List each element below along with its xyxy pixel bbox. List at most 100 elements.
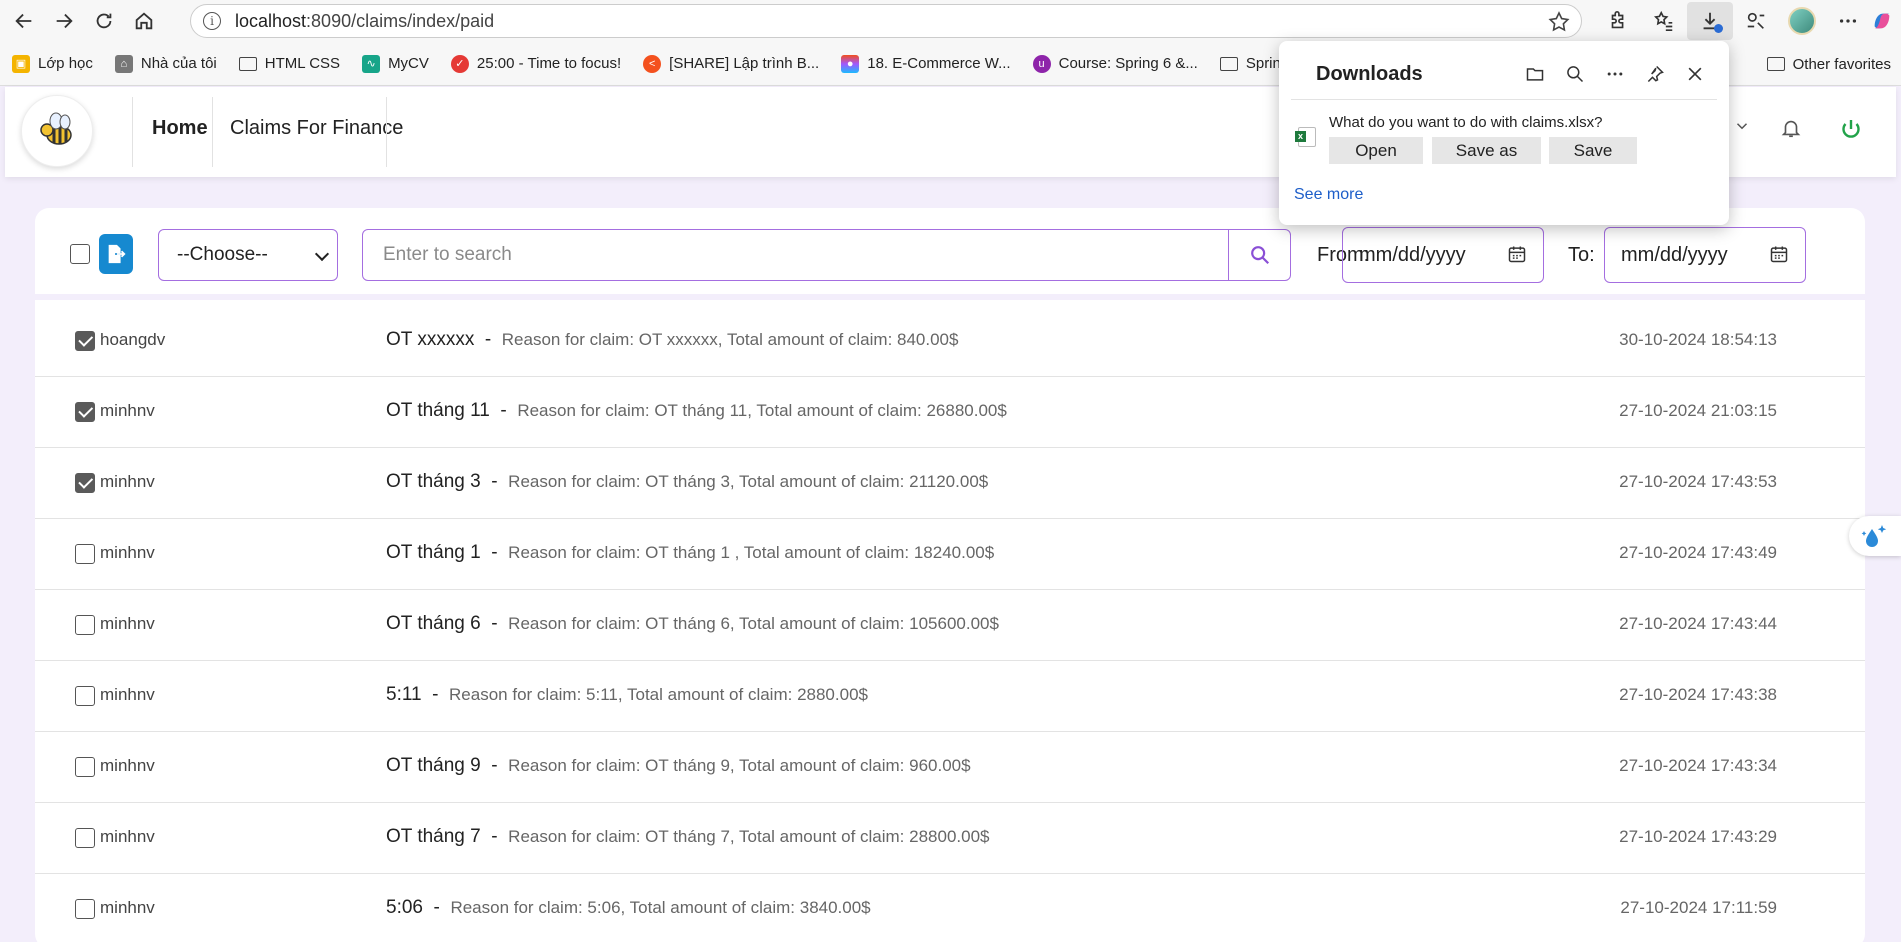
claim-row[interactable]: hoangdv OT xxxxxx - Reason for claim: OT… [35,306,1865,377]
claim-reason: Reason for claim: 5:11, Total amount of … [449,685,868,704]
bell-icon[interactable] [1780,117,1802,139]
site-info-icon[interactable]: i [203,12,221,30]
browser-toolbar: i localhost:8090/claims/index/paid [0,0,1901,42]
export-button[interactable] [99,234,133,274]
open-folder-button[interactable] [1515,61,1555,87]
claim-user: minhnv [100,472,155,491]
row-checkbox[interactable] [75,402,95,422]
bookmark-item[interactable]: ▣ Lớp học [12,54,93,73]
row-checkbox[interactable] [75,686,95,706]
copilot-button[interactable] [1871,2,1901,40]
puzzle-icon [1611,11,1624,29]
search-button[interactable] [1228,230,1290,280]
claim-summary: OT tháng 9 - Reason for claim: OT tháng … [386,755,971,776]
bookmark-item[interactable]: u Course: Spring 6 &... [1032,54,1198,73]
bookmark-item[interactable]: ⌂ Nhà của tôi [114,54,217,73]
copilot-icon [1874,13,1890,29]
row-checkbox[interactable] [75,473,95,493]
see-more-link[interactable]: See more [1294,186,1363,204]
save-as-button[interactable]: Save as [1432,137,1541,164]
logout [1839,117,1863,141]
figma-icon: ● [841,54,860,73]
profile-button[interactable] [1779,2,1825,40]
to-date-input[interactable]: mm/dd/yyyy [1604,227,1806,283]
claim-user: minhnv [100,827,155,846]
reload-button[interactable] [84,3,124,39]
address-bar[interactable]: i localhost:8090/claims/index/paid [190,4,1582,38]
claim-date: 27-10-2024 17:11:59 [1620,898,1777,917]
select-all-checkbox[interactable] [70,244,90,264]
browser-right-icons [1595,0,1901,42]
nav-home[interactable]: Home [152,117,208,140]
status-select[interactable]: --Choose-- [158,229,338,281]
pin-icon [1647,65,1664,83]
folder-icon [1219,56,1238,71]
claim-summary: OT tháng 7 - Reason for claim: OT tháng … [386,826,990,847]
claim-reason: Reason for claim: OT tháng 1 , Total amo… [508,543,995,562]
excel-file-icon [1295,127,1316,147]
bookmark-item[interactable]: ✓ 25:00 - Time to focus! [450,54,621,73]
bookmark-item[interactable]: ∿ MyCV [362,54,429,73]
claim-title: OT tháng 11 [386,400,490,421]
power-icon[interactable] [1839,117,1863,141]
more-horizontal-icon [1607,72,1623,76]
chevron-down-icon [314,246,330,262]
claim-title: OT tháng 6 [386,613,481,634]
claim-row[interactable]: minhnv OT tháng 9 - Reason for claim: OT… [35,732,1865,803]
claim-row[interactable]: minhnv OT tháng 7 - Reason for claim: OT… [35,803,1865,874]
claim-row[interactable]: minhnv OT tháng 11 - Reason for claim: O… [35,377,1865,448]
more-options-button[interactable] [1595,61,1635,87]
folder-icon [1526,68,1544,81]
claim-row[interactable]: minhnv OT tháng 1 - Reason for claim: OT… [35,519,1865,590]
notifications [1780,117,1802,139]
favorites-list-icon [1654,10,1673,31]
nav-divider [212,97,213,167]
app-logo[interactable] [21,95,93,167]
browser-essentials-button[interactable] [1733,2,1779,40]
claim-user: minhnv [100,898,155,917]
settings-more-button[interactable] [1825,2,1871,40]
search-input[interactable]: Enter to search [363,244,1228,266]
pin-button[interactable] [1635,61,1675,87]
claim-date: 27-10-2024 17:43:44 [1619,614,1777,633]
other-favorites[interactable]: Other favorites [1766,42,1901,86]
home-button[interactable] [124,3,164,39]
forward-button[interactable] [44,3,84,39]
bookmark-item[interactable]: ● 18. E-Commerce W... [841,54,1011,73]
search-downloads-button[interactable] [1555,61,1595,87]
bookmark-item[interactable]: HTML CSS [238,55,340,72]
claim-reason: Reason for claim: OT tháng 11, Total amo… [517,401,1007,420]
nav-claims-for-finance[interactable]: Claims For Finance [230,117,403,140]
downloads-button[interactable] [1687,2,1733,40]
row-checkbox[interactable] [75,899,95,919]
open-button[interactable]: Open [1329,137,1423,164]
from-date-input[interactable]: mm/dd/yyyy [1342,227,1544,283]
claim-date: 30-10-2024 18:54:13 [1619,330,1777,349]
row-checkbox[interactable] [75,544,95,564]
bookmark-label: 18. E-Commerce W... [867,55,1011,72]
close-downloads-button[interactable] [1675,61,1715,87]
row-checkbox[interactable] [75,615,95,635]
calendar-icon[interactable] [1769,244,1789,264]
header-right [1733,117,1751,135]
claim-row[interactable]: minhnv OT tháng 6 - Reason for claim: OT… [35,590,1865,661]
save-button[interactable]: Save [1549,137,1637,164]
claim-row[interactable]: minhnv 5:11 - Reason for claim: 5:11, To… [35,661,1865,732]
row-checkbox[interactable] [75,331,95,351]
extensions-button[interactable] [1595,2,1641,40]
back-button[interactable] [4,3,44,39]
favorites-button[interactable] [1641,2,1687,40]
calendar-icon[interactable] [1507,244,1527,264]
close-icon [1688,67,1702,81]
side-assistant-button[interactable] [1849,516,1901,556]
row-checkbox[interactable] [75,828,95,848]
bookmark-item[interactable]: < [SHARE] Lập trình B... [643,54,819,73]
chevron-down-icon[interactable] [1733,117,1751,135]
claim-row[interactable]: minhnv 5:06 - Reason for claim: 5:06, To… [35,874,1865,942]
claim-row[interactable]: minhnv OT tháng 3 - Reason for claim: OT… [35,448,1865,519]
favorite-star-icon[interactable] [1547,10,1571,34]
row-checkbox[interactable] [75,757,95,777]
nav-divider [386,97,387,167]
claim-title: OT tháng 1 [386,542,481,563]
to-date-value: mm/dd/yyyy [1621,243,1728,266]
